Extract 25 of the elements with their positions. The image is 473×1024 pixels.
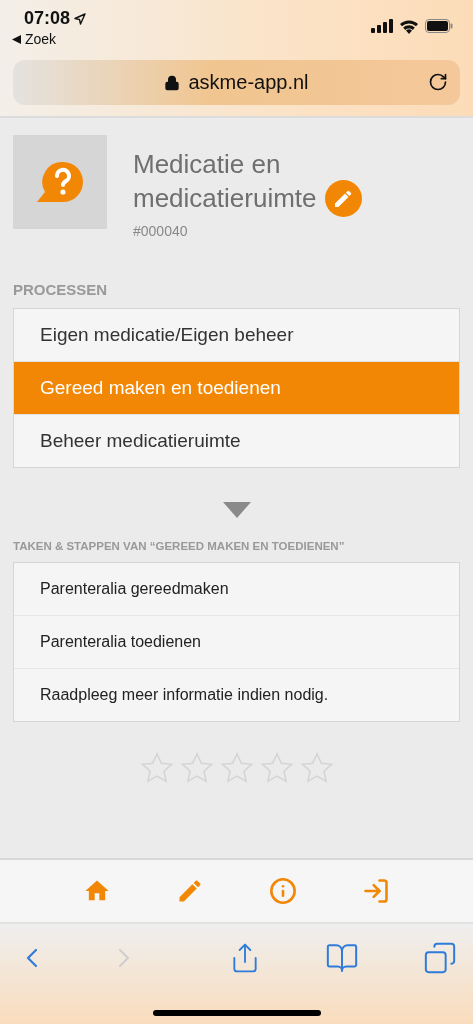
task-item[interactable]: Parenteralia toedienen bbox=[14, 615, 459, 668]
tabs-button[interactable] bbox=[423, 941, 457, 975]
clock-time: 07:08 bbox=[12, 8, 87, 29]
back-to-app-link[interactable]: Zoek bbox=[12, 31, 87, 47]
down-triangle-icon bbox=[222, 502, 251, 518]
login-button[interactable] bbox=[362, 877, 391, 905]
task-item[interactable]: Raadpleeg meer informatie indien nodig. bbox=[14, 668, 459, 721]
wifi-icon bbox=[399, 18, 419, 34]
question-bubble-icon bbox=[37, 162, 83, 202]
info-button[interactable] bbox=[269, 877, 298, 905]
reload-icon[interactable] bbox=[428, 72, 448, 92]
topic-title: Medicatie en medicatieruimte bbox=[133, 149, 362, 217]
task-item[interactable]: Parenteralia gereedmaken bbox=[14, 563, 459, 615]
battery-icon bbox=[425, 19, 453, 33]
lock-icon bbox=[164, 74, 181, 91]
section-heading: TAKEN & STAPPEN VAN “GEREED MAKEN EN TOEDIENEN” bbox=[13, 540, 346, 552]
signal-icon bbox=[371, 19, 393, 33]
edit-icon[interactable] bbox=[324, 180, 362, 217]
topic-id: #000040 bbox=[133, 223, 189, 239]
url-text: askme-app.nl bbox=[188, 71, 309, 94]
location-icon bbox=[74, 12, 87, 25]
section-heading: PROCESSEN bbox=[13, 281, 109, 298]
bookmarks-button[interactable] bbox=[325, 941, 359, 975]
back-triangle-icon bbox=[12, 35, 21, 44]
address-bar[interactable]: askme-app.nl bbox=[13, 60, 460, 105]
